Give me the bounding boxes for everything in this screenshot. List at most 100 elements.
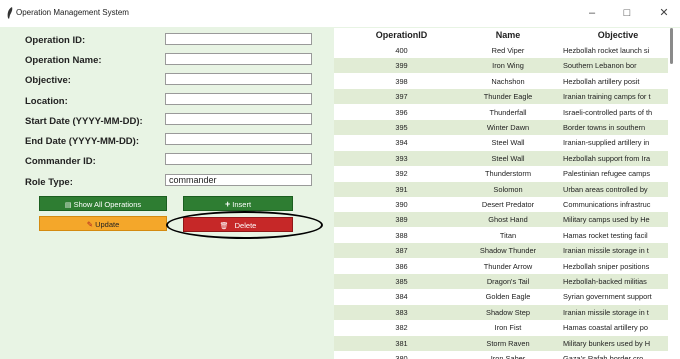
location-input[interactable] (165, 93, 312, 105)
end-date-label: End Date (YYYY-MM-DD): (25, 136, 139, 147)
commander-id-label: Commander ID: (25, 156, 96, 167)
cell-objective: Syrian government support (563, 292, 652, 302)
start-date-input[interactable] (165, 113, 312, 125)
cell-name: Iron Saber (490, 354, 526, 359)
role-type-label: Role Type: (25, 177, 73, 188)
cell-name: Nachshon (491, 76, 525, 86)
cell-operation-id: 390 (395, 200, 408, 209)
cell-name: Winter Dawn (486, 123, 530, 132)
table-row[interactable]: 384 Golden Eagle Syrian government support (334, 289, 668, 305)
feather-icon (7, 7, 13, 19)
table-row[interactable]: 393 Steel Wall Hezbollah support from Ira (334, 150, 668, 166)
table-row[interactable]: 381 Storm Raven Military bunkers used by H (334, 335, 668, 351)
cell-name: Thunderstorm (484, 169, 531, 179)
table-row[interactable]: 392 Thunderstorm Palestinian refugee camps (334, 166, 668, 182)
cell-operation-id: 384 (395, 292, 408, 302)
cell-name: Iron Fist (494, 323, 522, 333)
minimize-button[interactable]: – (580, 4, 604, 22)
cell-objective: Hezbollah sniper positions (563, 261, 650, 271)
table-row[interactable]: 385 Dragon's Tail Hezbollah-backed militia… (334, 274, 668, 289)
table-row[interactable]: 391 Solomon Urban areas controlled by (334, 181, 668, 197)
role-type-input[interactable] (165, 174, 312, 186)
objective-input[interactable] (165, 73, 312, 85)
cell-objective: Urban areas controlled by (563, 184, 648, 194)
table-row[interactable]: 388 Titan Hamas rocket testing facil (334, 227, 668, 243)
cell-objective: Southern Lebanon bor (563, 61, 637, 71)
operations-table[interactable]: OperationID Name Objective 400 Red Viper H… (334, 28, 668, 359)
commander-id-input[interactable] (165, 153, 312, 165)
table-row[interactable]: 395 Winter Dawn Border towns in southern (334, 120, 668, 135)
show-all-operations-label: Show All Operations (73, 200, 142, 209)
location-label: Location: (25, 96, 68, 107)
cell-name: Dragon's Tail (486, 277, 530, 286)
table-icon: ▤ (64, 202, 72, 209)
pencil-icon: ✎ (86, 220, 93, 229)
operation-id-input[interactable] (165, 33, 312, 45)
cell-name: Solomon (493, 184, 523, 194)
cell-operation-id: 392 (395, 169, 408, 179)
cell-name: Titan (499, 230, 517, 240)
update-label: Update (95, 220, 120, 229)
column-header-objective[interactable]: Objective (563, 30, 668, 40)
cell-objective: Border towns in southern (563, 123, 646, 132)
close-button[interactable]: ✕ (652, 4, 676, 22)
cell-name: Shadow Thunder (479, 246, 537, 256)
operation-id-label: Operation ID: (25, 35, 86, 46)
table-row[interactable]: 396 Thunderfall Israeli-controlled parts o… (334, 104, 668, 120)
cell-objective: Military camps used by He (563, 215, 650, 225)
cell-objective: Iranian missile storage in t (563, 307, 649, 317)
table-row[interactable]: 397 Thunder Eagle Iranian training camps f… (334, 89, 668, 105)
cell-name: Red Viper (491, 46, 525, 55)
table-row[interactable]: 399 Iron Wing Southern Lebanon bor (334, 58, 668, 74)
cell-objective: Hezbollah artillery posit (563, 76, 640, 86)
end-date-input[interactable] (165, 133, 312, 145)
table-row[interactable]: 382 Iron Fist Hamas coastal artillery po (334, 320, 668, 336)
operation-name-input[interactable] (165, 53, 312, 65)
insert-button[interactable]: + Insert (183, 196, 293, 211)
cell-operation-id: 387 (395, 246, 408, 256)
table-row[interactable]: 398 Nachshon Hezbollah artillery posit (334, 73, 668, 89)
cell-objective: Iranian missile storage in t (563, 246, 649, 256)
cell-objective: Hezbollah-backed militias (563, 277, 647, 286)
cell-operation-id: 395 (395, 123, 408, 132)
cell-operation-id: 391 (395, 184, 408, 194)
table-scrollbar[interactable] (668, 28, 680, 359)
cell-objective: Hamas coastal artillery po (563, 323, 649, 333)
cell-objective: Communications infrastruc (563, 200, 651, 209)
cell-name: Thunderfall (489, 107, 527, 117)
cell-operation-id: 380 (395, 354, 408, 359)
insert-label: Insert (232, 200, 252, 209)
start-date-label: Start Date (YYYY-MM-DD): (25, 116, 143, 127)
scrollbar-thumb[interactable] (670, 28, 673, 64)
annotation-circle (166, 211, 323, 239)
cell-operation-id: 389 (395, 215, 408, 225)
table-row[interactable]: 387 Shadow Thunder Iranian missile storage… (334, 243, 668, 259)
table-row[interactable]: 386 Thunder Arrow Hezbollah sniper positio… (334, 258, 668, 274)
table-row[interactable]: 380 Iron Saber Gaza's Rafah border cro (334, 351, 668, 359)
column-header-operationid[interactable]: OperationID (369, 30, 434, 40)
column-header-name[interactable]: Name (458, 30, 558, 40)
table-row[interactable]: 389 Ghost Hand Military camps used by He (334, 212, 668, 228)
cell-objective: Iranian training camps for t (563, 92, 651, 102)
cell-name: Thunder Eagle (483, 92, 533, 102)
cell-operation-id: 397 (395, 92, 408, 102)
table-row[interactable]: 383 Shadow Step Iranian missile storage in… (334, 304, 668, 320)
cell-name: Steel Wall (491, 153, 525, 163)
cell-objective: Gaza's Rafah border cro (563, 354, 644, 359)
cell-operation-id: 381 (395, 338, 408, 348)
cell-operation-id: 396 (395, 107, 408, 117)
cell-operation-id: 388 (395, 230, 408, 240)
show-all-operations-button[interactable]: ▤ Show All Operations (39, 196, 167, 211)
update-button[interactable]: ✎ Update (39, 216, 167, 231)
cell-operation-id: 385 (395, 277, 408, 286)
table-row[interactable]: 394 Steel Wall Iranian-supplied artillery … (334, 135, 668, 151)
table-row[interactable]: 400 Red Viper Hezbollah rocket launch si (334, 43, 668, 58)
table-row[interactable]: 390 Desert Predator Communications infrast… (334, 197, 668, 212)
cell-name: Shadow Step (486, 307, 530, 317)
cell-name: Ghost Hand (488, 215, 528, 225)
maximize-button[interactable]: □ (615, 4, 639, 22)
cell-operation-id: 383 (395, 307, 408, 317)
operation-name-label: Operation Name: (25, 55, 102, 66)
cell-name: Iron Wing (492, 61, 524, 71)
plus-icon: + (224, 199, 231, 209)
